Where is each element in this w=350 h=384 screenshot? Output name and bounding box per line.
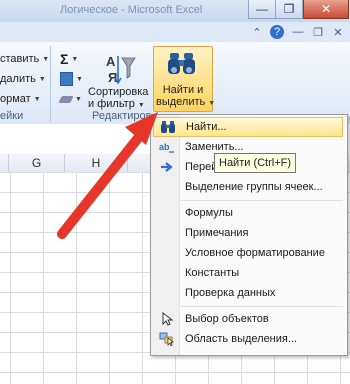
minimize-ribbon-icon[interactable]: —: [291, 25, 305, 39]
insert-label: ставить: [0, 53, 40, 65]
caret-down-icon: ▼: [76, 75, 83, 83]
goto-arrow-icon: [159, 159, 175, 175]
restore-button[interactable]: ❐: [275, 0, 303, 19]
find-label-line2-text: выделить: [156, 96, 206, 108]
menu-item-label: Условное форматирование: [185, 247, 325, 259]
sort-label-line1: Сортировка: [88, 86, 149, 98]
minimize-icon: —: [256, 2, 268, 16]
format-cells-button[interactable]: ормат ▼: [0, 90, 41, 108]
selection-pane-icon: [159, 331, 175, 347]
minimize-button[interactable]: —: [248, 0, 276, 19]
title-bar: Логическое - Microsoft Excel — ❐ ✕: [0, 0, 350, 22]
menu-separator: [181, 200, 343, 201]
sigma-icon: Σ: [60, 51, 69, 67]
eraser-icon: [58, 95, 74, 103]
menu-item-label: Найти...: [186, 121, 227, 133]
close-workbook-icon[interactable]: ✕: [331, 25, 345, 39]
window-title: Логическое - Microsoft Excel: [60, 4, 203, 16]
select-objects-icon: [159, 311, 175, 327]
caret-down-icon: ▼: [208, 100, 216, 107]
sort-filter-label: Сортировка и фильтр ▼: [88, 86, 154, 112]
menu-item-label: Примечания: [185, 227, 249, 239]
sort-label-line2-text: и фильтр: [88, 98, 135, 110]
fill-down-icon: [60, 72, 73, 86]
close-button[interactable]: ✕: [303, 0, 349, 19]
editing-group-label: Редактиров: [92, 110, 152, 122]
delete-cells-button[interactable]: далить ▼: [0, 70, 46, 88]
menu-item-find[interactable]: Найти...: [153, 117, 343, 137]
menu-item-select-objects[interactable]: Выбор объектов: [153, 309, 343, 329]
menu-item-label: Выделение группы ячеек...: [185, 181, 323, 193]
caret-down-icon: ▼: [33, 95, 41, 103]
caret-down-icon: ▼: [42, 55, 50, 63]
menu-item-comments[interactable]: Примечания: [153, 223, 343, 243]
find-label-line2: выделить ▼: [156, 96, 215, 110]
chevron-up-icon[interactable]: ⌃: [250, 25, 264, 39]
replace-icon: ab: [159, 139, 175, 155]
restore-icon: ❐: [283, 2, 295, 16]
tooltip: Найти (Ctrl+F): [214, 153, 297, 173]
svg-text:A: A: [106, 54, 116, 69]
column-header-partial[interactable]: [0, 154, 9, 172]
menu-item-selection-pane[interactable]: Область выделения...: [153, 329, 343, 349]
menu-item-constants[interactable]: Константы: [153, 263, 343, 283]
menu-item-label: Формулы: [185, 207, 233, 219]
find-select-menu: Найти... ab Заменить... Перейти... Выдел…: [150, 114, 348, 356]
column-header-h[interactable]: H: [65, 154, 128, 172]
column-header-g[interactable]: G: [9, 154, 65, 172]
menu-separator: [181, 306, 343, 307]
caret-down-icon: ▼: [75, 95, 82, 103]
menu-item-select-special[interactable]: Выделение группы ячеек...: [153, 177, 343, 197]
menu-item-conditional-formatting[interactable]: Условное форматирование: [153, 243, 343, 263]
clear-button[interactable]: ▼: [58, 90, 82, 108]
caret-down-icon: ▼: [38, 75, 46, 83]
find-select-label: Найти и выделить ▼: [156, 84, 215, 110]
caret-down-icon: ▼: [137, 102, 145, 109]
group-separator: [50, 46, 51, 122]
format-label: ормат: [0, 93, 31, 105]
find-label-line1: Найти и: [162, 84, 204, 96]
caret-down-icon: ▼: [71, 55, 79, 63]
menu-item-label: Заменить...: [185, 141, 244, 153]
menu-item-formulas[interactable]: Формулы: [153, 203, 343, 223]
menu-item-label: Константы: [185, 267, 240, 279]
svg-text:Я: Я: [108, 70, 117, 85]
menu-item-label: Выбор объектов: [185, 313, 269, 325]
delete-label: далить: [0, 73, 36, 85]
sort-filter-icon: A Я: [106, 54, 136, 85]
autosum-button[interactable]: Σ ▼: [60, 50, 78, 68]
menu-item-label: Область выделения...: [185, 333, 298, 345]
restore-ribbon-icon[interactable]: ❐: [311, 25, 325, 39]
binoculars-icon: [168, 53, 195, 74]
fill-button[interactable]: ▼: [60, 70, 83, 88]
cells-group-label: ейки: [0, 110, 24, 122]
insert-cells-button[interactable]: ставить ▼: [0, 50, 49, 68]
menu-item-data-validation[interactable]: Проверка данных: [153, 283, 343, 303]
help-icon[interactable]: ?: [270, 25, 284, 39]
binoculars-icon: [160, 119, 176, 135]
menu-item-label: Проверка данных: [185, 287, 276, 299]
close-icon: ✕: [320, 2, 332, 16]
ribbon-tab-row: ⌃ ? — ❐ ✕: [0, 22, 350, 43]
svg-text:ab: ab: [159, 142, 170, 152]
